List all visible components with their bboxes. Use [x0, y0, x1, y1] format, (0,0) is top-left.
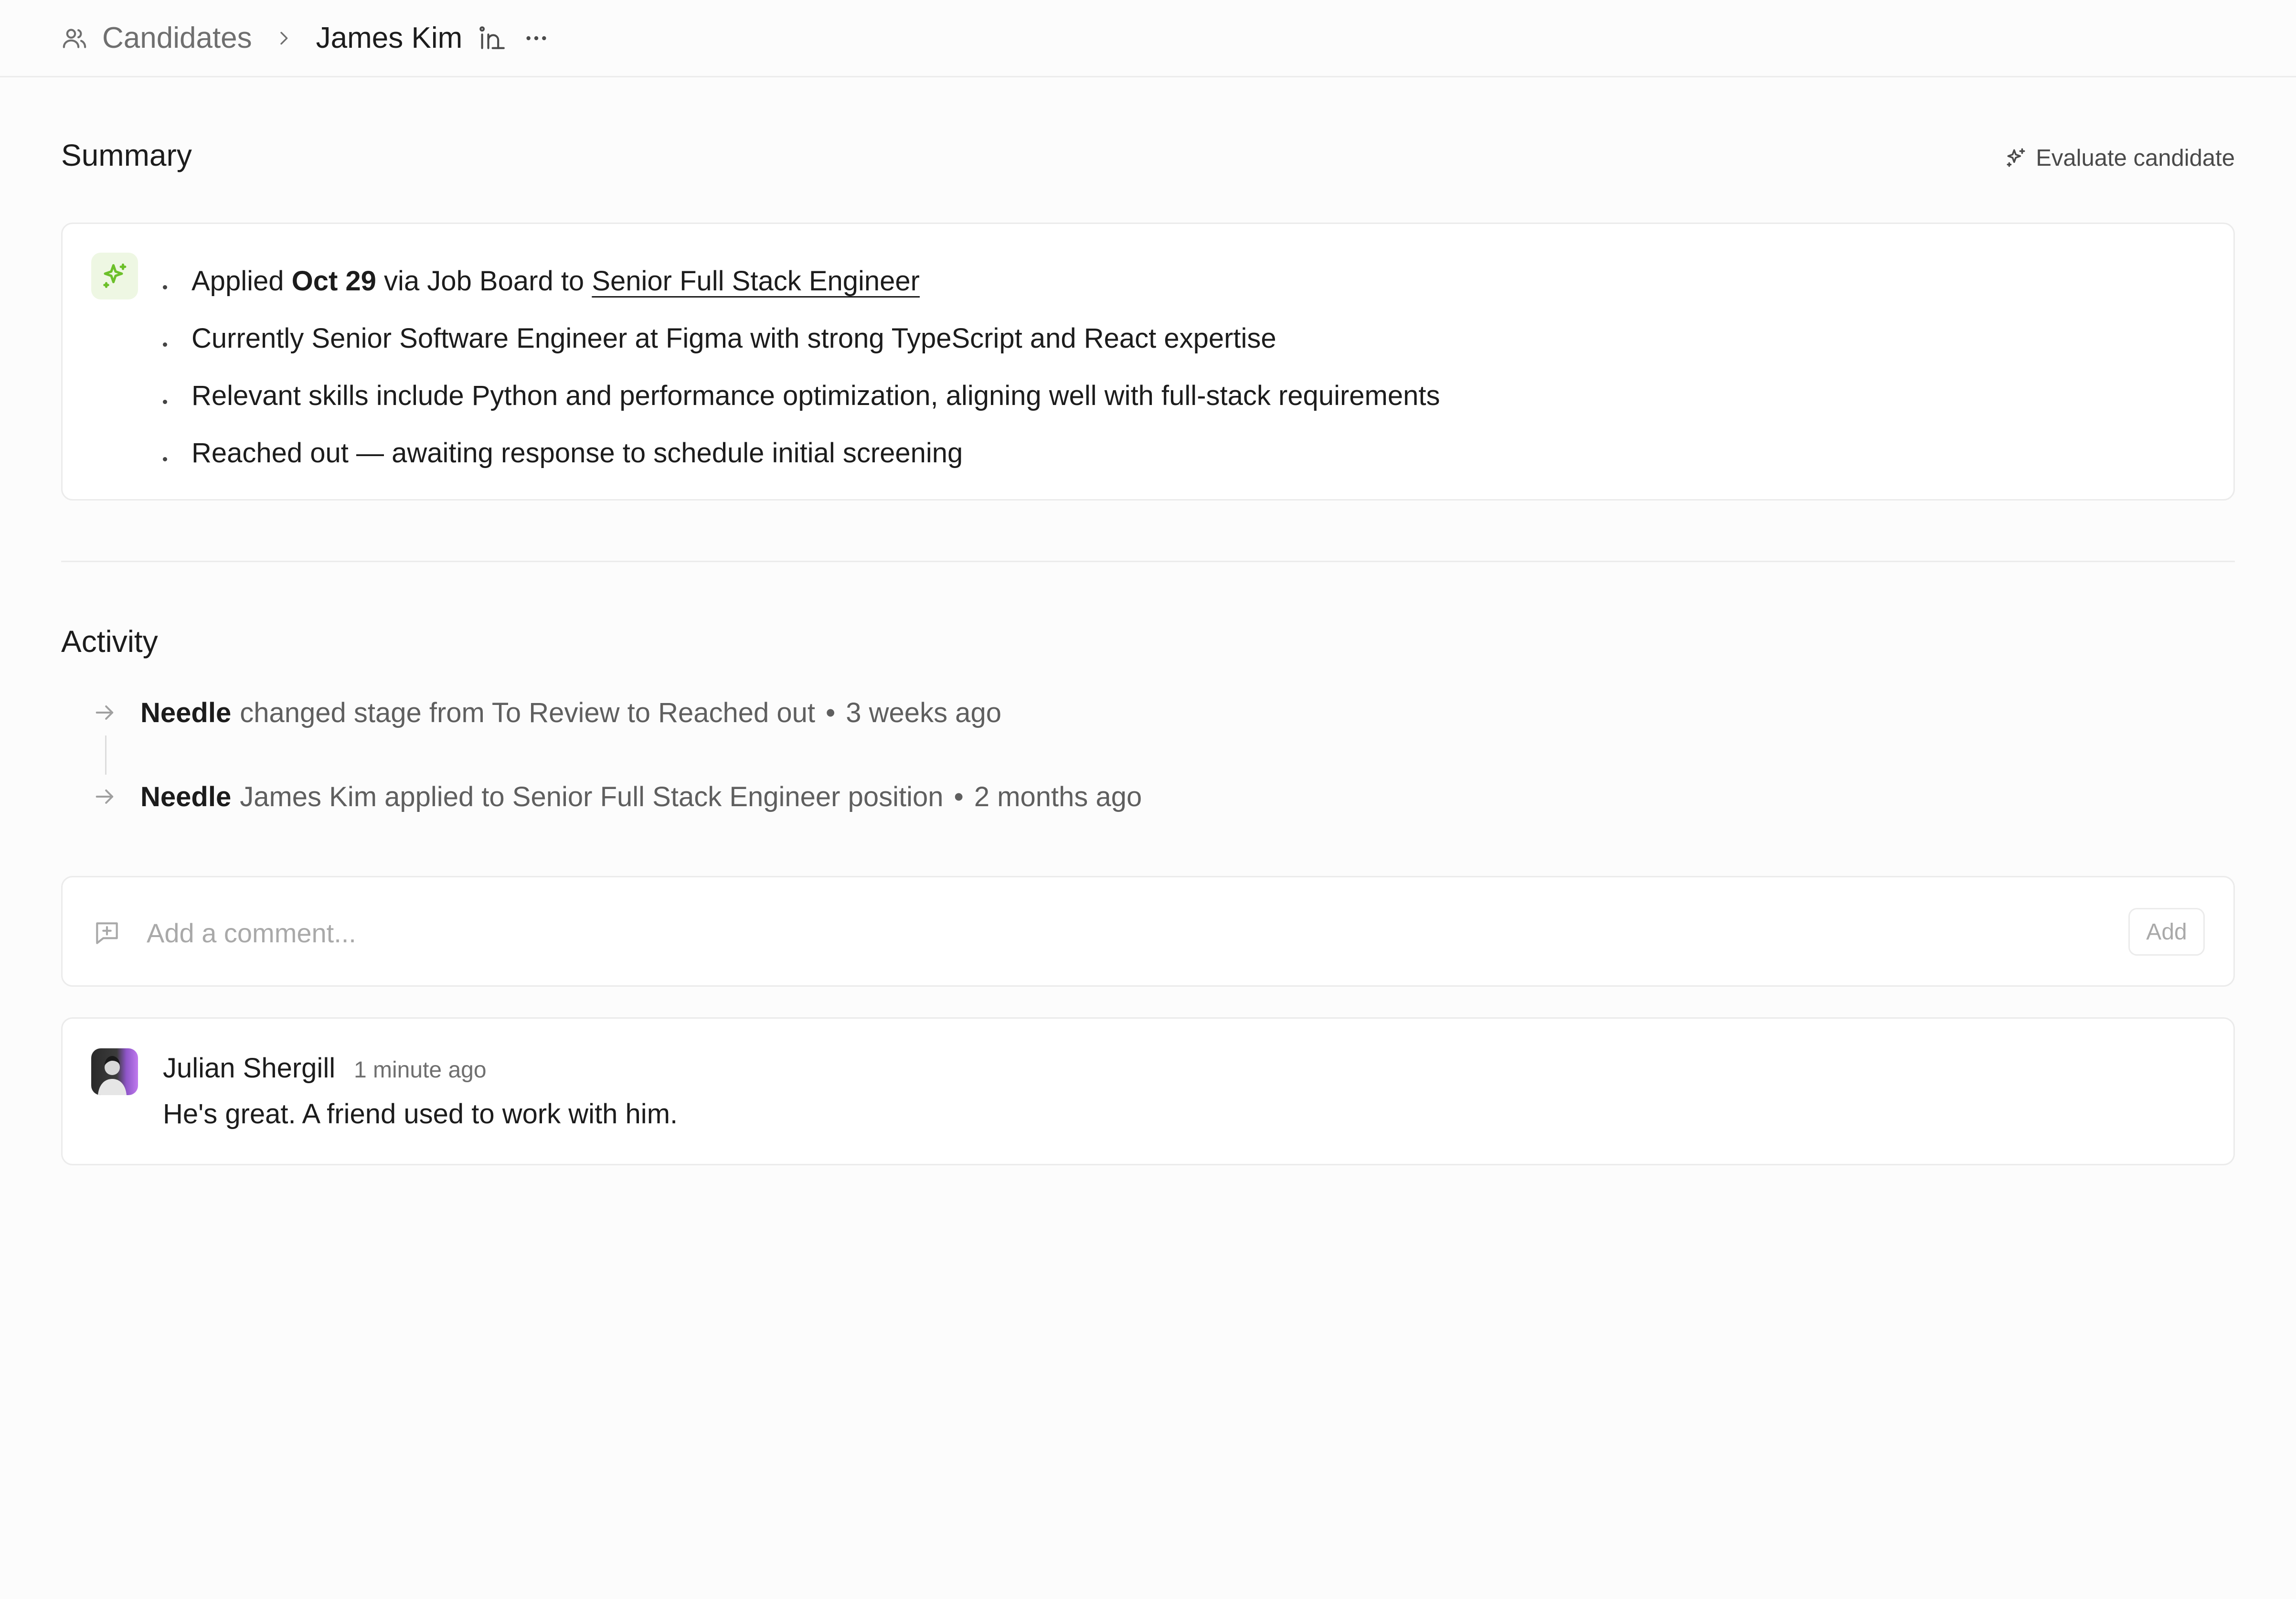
linkedin-icon[interactable]	[476, 22, 507, 54]
activity-separator: •	[825, 697, 836, 728]
summary-bullet: Relevant skills include Python and perfo…	[163, 367, 1440, 425]
users-icon[interactable]	[60, 24, 89, 53]
summary-bullet: Reached out — awaiting response to sched…	[163, 425, 1440, 482]
arrow-right-icon	[91, 782, 119, 811]
activity-actor: Needle	[140, 697, 232, 728]
applied-prefix: Applied	[191, 266, 292, 297]
comment-input[interactable]	[146, 904, 2104, 961]
activity-heading: Activity	[61, 624, 158, 659]
comment-timestamp: 1 minute ago	[354, 1057, 487, 1083]
comment-author: Julian Shergill	[163, 1053, 336, 1084]
ai-summary-badge	[91, 253, 138, 299]
activity-item: Needle changed stage from To Review to R…	[91, 693, 1001, 732]
summary-card: Applied Oct 29 via Job Board to Senior F…	[61, 223, 2235, 501]
summary-bullet: Applied Oct 29 via Job Board to Senior F…	[163, 253, 1440, 310]
activity-time: 3 weeks ago	[846, 697, 1001, 728]
more-horizontal-icon[interactable]	[521, 22, 552, 54]
section-divider	[61, 561, 2235, 562]
top-bar: Candidates James Kim	[0, 0, 2296, 77]
applied-date: Oct 29	[291, 266, 376, 297]
summary-bullet: Currently Senior Software Engineer at Fi…	[163, 310, 1440, 367]
add-comment-button[interactable]: Add	[2128, 908, 2205, 956]
message-plus-icon	[91, 917, 123, 949]
activity-actor: Needle	[140, 781, 232, 812]
chevron-right-icon	[272, 27, 295, 50]
evaluate-candidate-label: Evaluate candidate	[2036, 145, 2235, 171]
sparkles-icon	[2004, 145, 2030, 171]
summary-bullet-list: Applied Oct 29 via Job Board to Senior F…	[163, 253, 1440, 482]
activity-text: James Kim applied to Senior Full Stack E…	[240, 781, 944, 812]
activity-separator: •	[954, 781, 964, 812]
comment-body: He's great. A friend used to work with h…	[163, 1098, 678, 1130]
arrow-right-icon	[91, 698, 119, 727]
timeline-connector	[105, 736, 106, 775]
summary-heading: Summary	[61, 138, 192, 172]
activity-text: changed stage from To Review to Reached …	[240, 697, 815, 728]
activity-time: 2 months ago	[974, 781, 1142, 812]
breadcrumb-candidates-link[interactable]: Candidates	[102, 21, 252, 55]
candidate-name: James Kim	[316, 21, 463, 54]
comment-card: Julian Shergill 1 minute ago He's great.…	[61, 1017, 2235, 1165]
applied-middle: via Job Board to	[376, 266, 592, 297]
activity-item: Needle James Kim applied to Senior Full …	[91, 778, 1142, 816]
evaluate-candidate-button[interactable]: Evaluate candidate	[2004, 141, 2235, 175]
comment-composer: Add	[61, 876, 2235, 987]
job-link[interactable]: Senior Full Stack Engineer	[592, 266, 920, 297]
sparkles-icon	[100, 262, 129, 290]
avatar[interactable]	[91, 1048, 138, 1095]
